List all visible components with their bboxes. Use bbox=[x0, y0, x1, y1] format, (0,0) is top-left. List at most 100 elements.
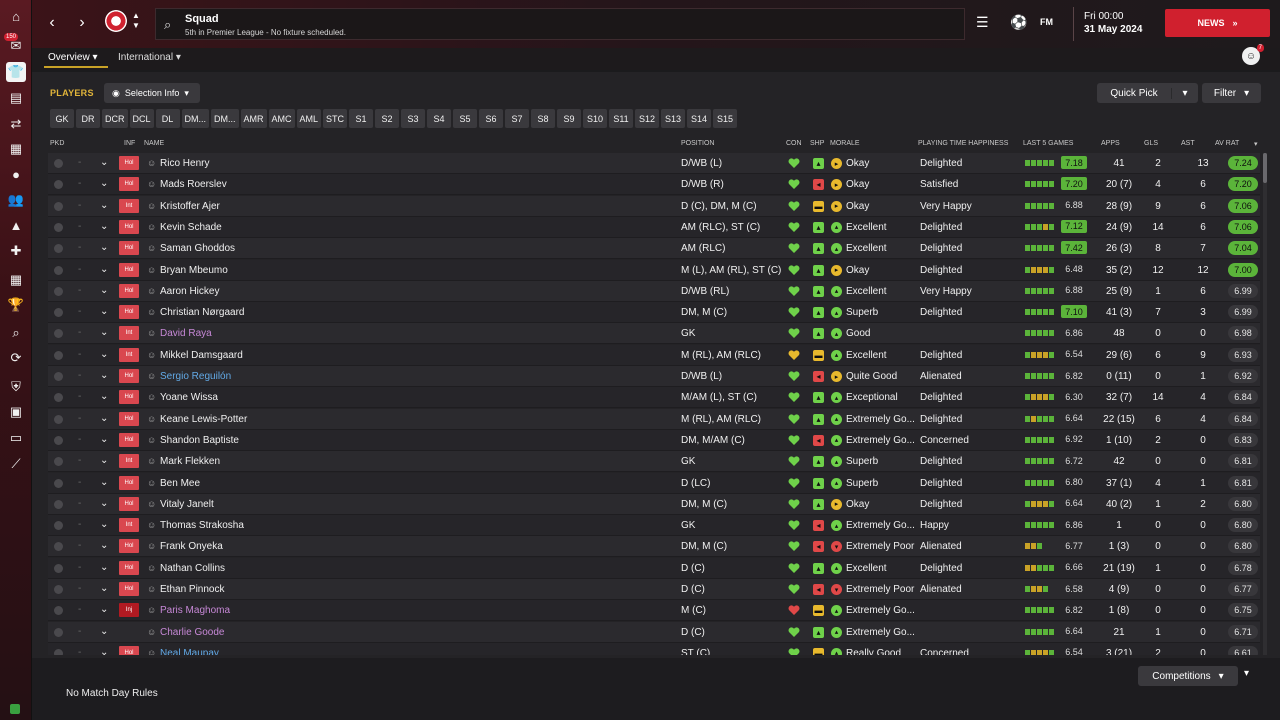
home-icon[interactable]: ⌂ bbox=[6, 6, 26, 26]
chevron-down-icon[interactable]: ⌄ bbox=[100, 519, 108, 530]
chevron-down-icon[interactable]: ⌄ bbox=[100, 434, 108, 445]
player-name[interactable]: Thomas Strakosha bbox=[160, 520, 244, 531]
transfer-icon[interactable]: ⟳ bbox=[6, 348, 26, 368]
pick-toggle[interactable] bbox=[54, 265, 63, 275]
club-switch-icon[interactable]: ▲ ▼ bbox=[132, 11, 140, 31]
pick-toggle[interactable] bbox=[54, 222, 63, 232]
col-inf[interactable]: INF bbox=[124, 140, 135, 147]
player-name[interactable]: Neal Maupay bbox=[160, 648, 219, 655]
pick-toggle[interactable] bbox=[54, 627, 63, 637]
forward-arrow-icon[interactable]: › bbox=[72, 12, 92, 34]
table-row[interactable]: - ⌄ Int ☺ Thomas Strakosha GK ◂ ▴ Extremely Go..… bbox=[48, 515, 1260, 537]
table-row[interactable]: - ⌄ Hol ☺ Rico Henry D/WB (L) ▴ ▸ Okay Delighted 7… bbox=[48, 153, 1260, 174]
table-row[interactable]: - ⌄ Inj ☺ Paris Maghoma M (C) ▬ ▴ Extremely Go..… bbox=[48, 600, 1260, 622]
squad-icon[interactable]: 👕 bbox=[6, 62, 26, 82]
title-bar[interactable]: ⌕ Squad 5th in Premier League - No fixtu… bbox=[155, 8, 965, 40]
position-filter-button[interactable]: AML bbox=[296, 109, 322, 128]
table-row[interactable]: - ⌄ Hol ☺ Aaron Hickey D/WB (RL) ▴ ▴ Excellent Ve… bbox=[48, 280, 1260, 302]
club-badge[interactable] bbox=[105, 10, 127, 32]
position-filter-button[interactable]: S4 bbox=[427, 109, 452, 128]
chevron-down-icon[interactable]: ⌄ bbox=[100, 242, 108, 253]
position-filter-button[interactable]: DM... bbox=[181, 109, 210, 128]
pick-toggle[interactable] bbox=[54, 180, 63, 190]
chevron-down-icon[interactable]: ⌄ bbox=[100, 647, 108, 655]
chevron-down-icon[interactable]: ⌄ bbox=[100, 370, 108, 381]
position-filter-button[interactable]: STC bbox=[323, 109, 348, 128]
ball-icon[interactable]: ⚽ bbox=[1010, 14, 1027, 31]
col-last5[interactable]: LAST 5 GAMES bbox=[1023, 140, 1073, 147]
player-name[interactable]: Rico Henry bbox=[160, 158, 209, 169]
position-filter-button[interactable]: S6 bbox=[479, 109, 504, 128]
tactics-icon[interactable]: ▦ bbox=[6, 139, 26, 159]
pick-toggle[interactable] bbox=[54, 606, 63, 616]
chevron-down-icon[interactable]: ⌄ bbox=[100, 157, 108, 168]
pick-toggle[interactable] bbox=[54, 286, 63, 296]
pick-toggle[interactable] bbox=[54, 521, 63, 531]
chevron-down-icon[interactable]: ⌄ bbox=[100, 413, 108, 424]
pick-toggle[interactable] bbox=[54, 435, 63, 445]
position-filter-button[interactable]: S15 bbox=[713, 109, 738, 128]
back-arrow-icon[interactable]: ‹ bbox=[42, 12, 62, 34]
pick-toggle[interactable] bbox=[54, 457, 63, 467]
position-filter-button[interactable]: S9 bbox=[557, 109, 582, 128]
competitions-button[interactable]: Competitions ▾ bbox=[1138, 666, 1238, 686]
chevron-down-icon[interactable]: ⌄ bbox=[100, 604, 108, 615]
player-name[interactable]: Shandon Baptiste bbox=[160, 435, 239, 446]
chevron-down-icon[interactable]: ⌄ bbox=[100, 264, 108, 275]
player-name[interactable]: Ethan Pinnock bbox=[160, 584, 225, 595]
chevron-down-icon[interactable]: ▾ bbox=[1172, 88, 1198, 99]
table-row[interactable]: - ⌄ Hol ☺ Christian Nørgaard DM, M (C) ▴ ▴ Super… bbox=[48, 302, 1260, 324]
player-name[interactable]: Bryan Mbeumo bbox=[160, 265, 228, 276]
pick-toggle[interactable] bbox=[54, 329, 63, 339]
col-shp[interactable]: SHP bbox=[810, 140, 824, 147]
player-name[interactable]: Aaron Hickey bbox=[160, 286, 219, 297]
position-filter-button[interactable]: S8 bbox=[531, 109, 556, 128]
position-filter-button[interactable]: S2 bbox=[375, 109, 400, 128]
position-filter-button[interactable]: S5 bbox=[453, 109, 478, 128]
menu-icon[interactable]: ☰ bbox=[976, 14, 989, 31]
player-name[interactable]: Christian Nørgaard bbox=[160, 307, 244, 318]
position-filter-button[interactable]: S7 bbox=[505, 109, 530, 128]
pick-toggle[interactable] bbox=[54, 648, 63, 655]
chevron-down-icon[interactable]: ⌄ bbox=[100, 583, 108, 594]
user-avatar[interactable]: ☺ 7 bbox=[1242, 44, 1264, 65]
player-name[interactable]: Kristoffer Ajer bbox=[160, 201, 220, 212]
position-filter-button[interactable]: S14 bbox=[687, 109, 712, 128]
table-row[interactable]: - ⌄ Hol ☺ Kevin Schade AM (RLC), ST (C) ▴ ▴ Exce… bbox=[48, 216, 1260, 238]
table-row[interactable]: - ⌄ Hol ☺ Keane Lewis-Potter M (RL), AM (RLC)… bbox=[48, 408, 1260, 430]
table-row[interactable]: - ⌄ Int ☺ Mark Flekken GK ▴ ▴ Superb Delighted 6.7… bbox=[48, 451, 1260, 473]
table-row[interactable]: - ⌄ Int ☺ Mikkel Damsgaard M (RL), AM (RLC) ▬ ▴… bbox=[48, 344, 1260, 366]
pick-toggle[interactable] bbox=[54, 478, 63, 488]
finances-icon[interactable]: ▣ bbox=[6, 402, 26, 422]
chevron-down-icon[interactable]: ⌄ bbox=[100, 562, 108, 573]
pick-toggle[interactable] bbox=[54, 585, 63, 594]
position-filter-button[interactable]: S1 bbox=[349, 109, 374, 128]
pick-toggle[interactable] bbox=[54, 308, 63, 318]
table-row[interactable]: - ⌄ Hol ☺ Shandon Baptiste DM, M/AM (C) ◂ ▴ Extr… bbox=[48, 429, 1260, 451]
selection-info-button[interactable]: ◉ Selection Info ▾ bbox=[104, 83, 200, 103]
pick-toggle[interactable] bbox=[54, 372, 63, 381]
player-name[interactable]: Keane Lewis-Potter bbox=[160, 414, 247, 425]
player-name[interactable]: Mikkel Damsgaard bbox=[160, 350, 243, 361]
col-morale[interactable]: MORALE bbox=[830, 140, 860, 147]
col-con[interactable]: CON bbox=[786, 140, 802, 147]
pick-toggle[interactable] bbox=[54, 499, 63, 509]
tab-overview[interactable]: Overview ▾ bbox=[48, 52, 98, 63]
position-filter-button[interactable]: DM... bbox=[211, 109, 239, 128]
col-name[interactable]: NAME bbox=[144, 140, 164, 147]
player-name[interactable]: Vitaly Janelt bbox=[160, 499, 214, 510]
player-name[interactable]: Yoane Wissa bbox=[160, 392, 218, 403]
player-name[interactable]: Saman Ghoddos bbox=[160, 243, 235, 254]
table-row[interactable]: - ⌄ Hol ☺ Yoane Wissa M/AM (L), ST (C) ▴ ▴ Excep… bbox=[48, 387, 1260, 409]
pick-toggle[interactable] bbox=[54, 350, 63, 360]
table-row[interactable]: - ⌄ Int ☺ David Raya GK ▴ ▴ Good 6.86 48 0 0 6.98 bbox=[48, 323, 1260, 345]
player-name[interactable]: Kevin Schade bbox=[160, 222, 222, 233]
table-row[interactable]: - ⌄ Hol ☺ Vitaly Janelt DM, M (C) ▴ ▸ Okay Deligh… bbox=[48, 493, 1260, 515]
chevron-down-icon[interactable]: ⌄ bbox=[100, 200, 108, 211]
training-icon[interactable]: ▲ bbox=[6, 215, 26, 235]
chevron-down-icon[interactable]: ⌄ bbox=[100, 477, 108, 488]
col-playing-time[interactable]: PLAYING TIME HAPPINESS bbox=[918, 140, 1008, 147]
position-filter-button[interactable]: DR bbox=[76, 109, 100, 128]
chevron-down-icon[interactable]: ⌄ bbox=[100, 285, 108, 296]
position-filter-button[interactable]: GK bbox=[50, 109, 74, 128]
